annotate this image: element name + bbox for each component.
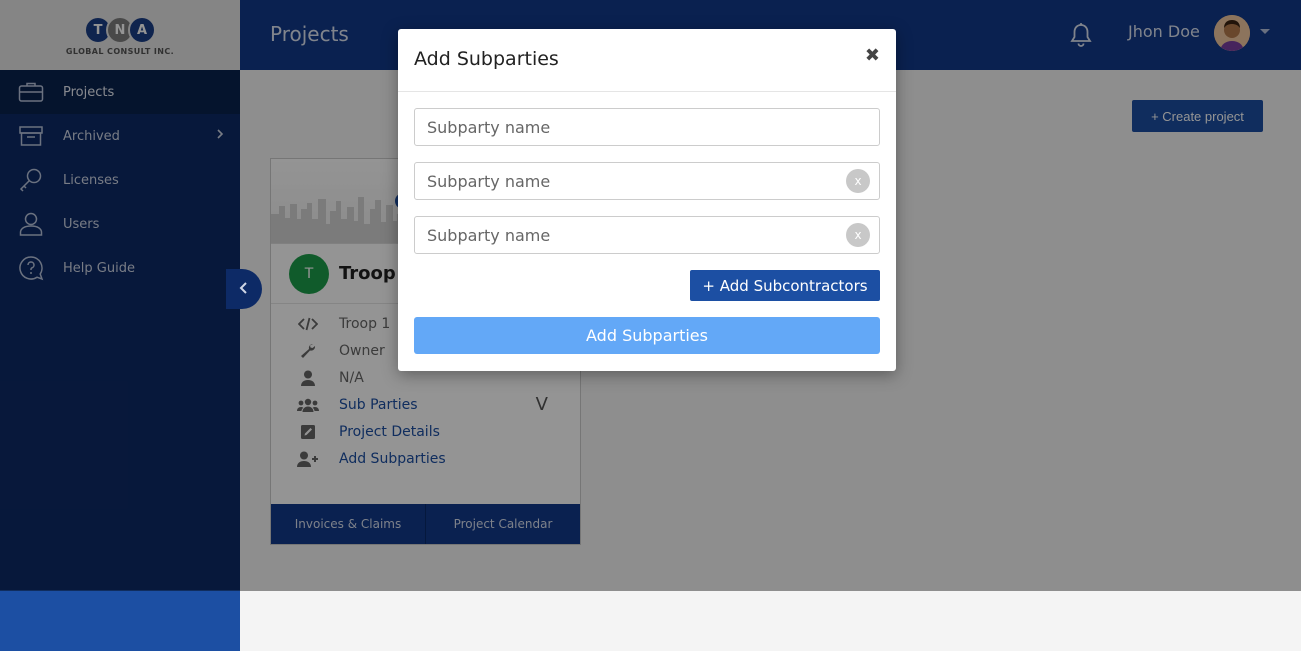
close-icon[interactable]: ✖ (865, 45, 880, 66)
add-subcontractors-button[interactable]: + Add Subcontractors (690, 270, 880, 301)
sidebar-footer-strip (0, 590, 240, 651)
add-subparties-submit-button[interactable]: Add Subparties (414, 317, 880, 354)
clear-icon[interactable]: x (846, 169, 870, 193)
add-subparties-modal: Add Subparties ✖ x x + Add Subcontractor… (398, 29, 896, 371)
clear-icon[interactable]: x (846, 223, 870, 247)
subparty-name-input-3[interactable] (414, 216, 880, 254)
modal-title: Add Subparties (414, 48, 559, 70)
subparty-name-input-2[interactable] (414, 162, 880, 200)
page-bottom-strip (240, 591, 1301, 651)
subparty-name-input-1[interactable] (414, 108, 880, 146)
modal-header: Add Subparties ✖ (398, 29, 896, 92)
chevron-left-icon (239, 280, 249, 299)
